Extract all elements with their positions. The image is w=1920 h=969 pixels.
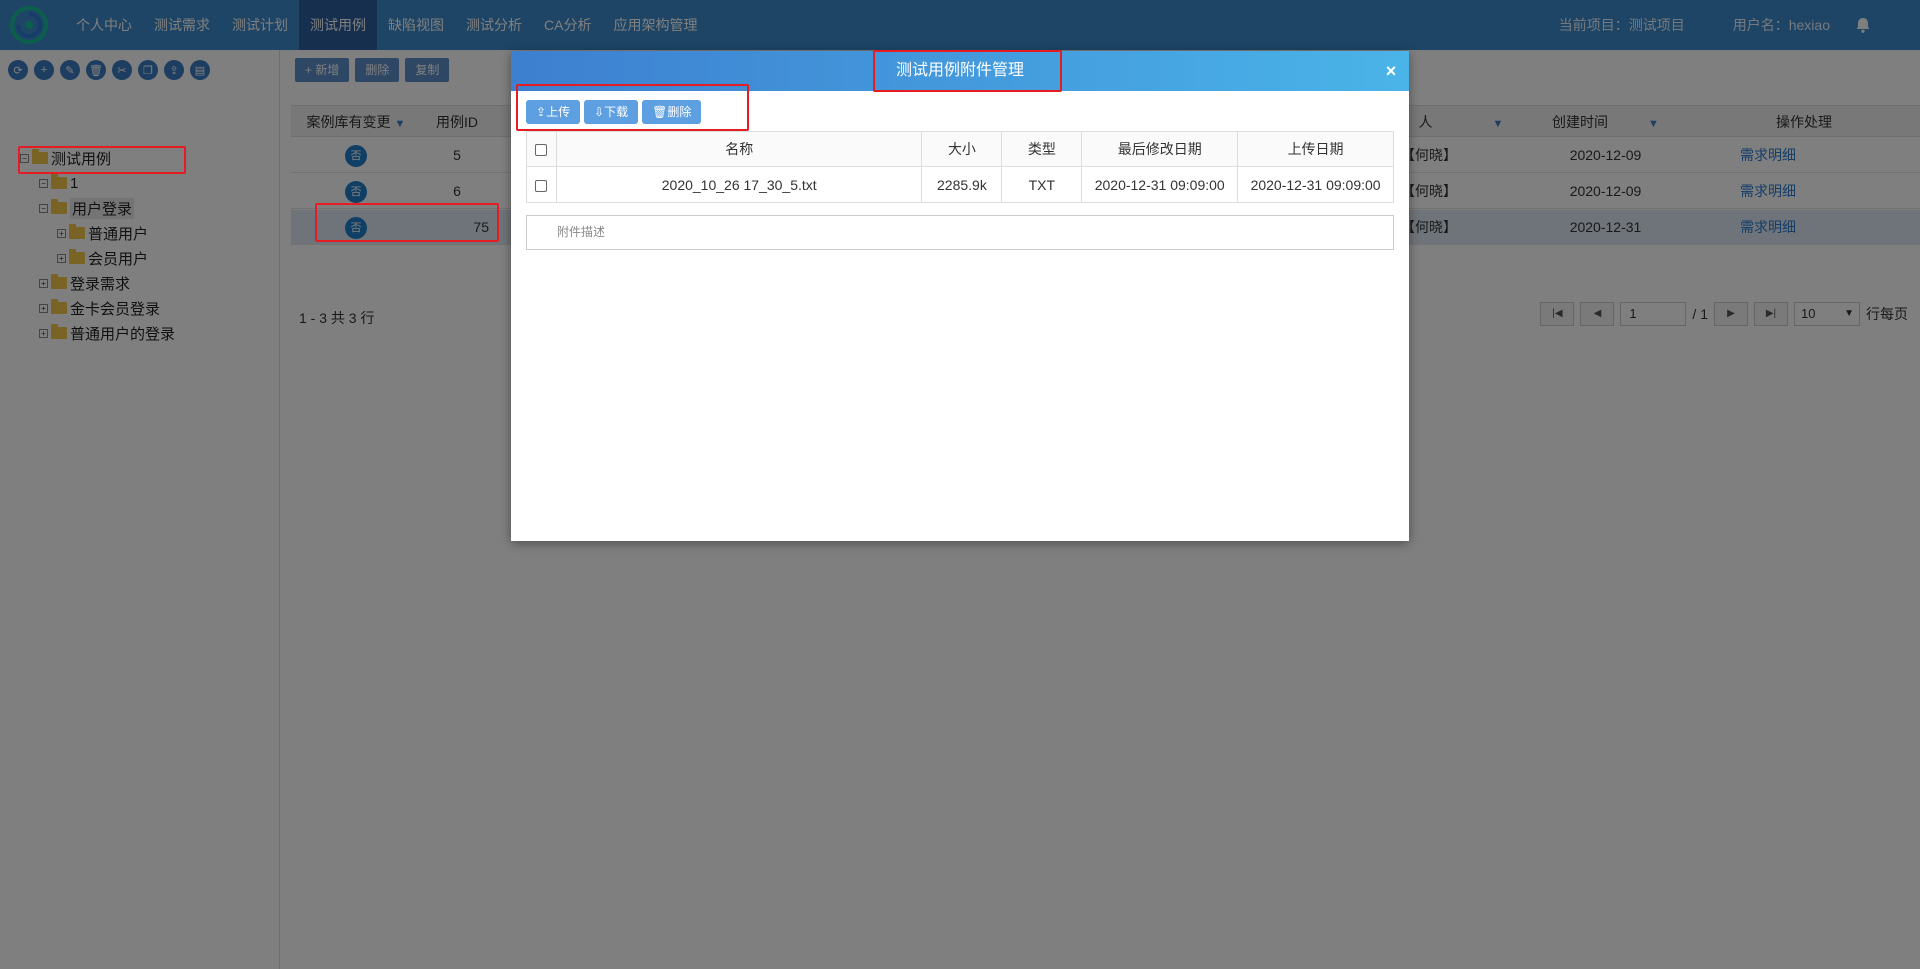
attachment-row[interactable]: 2020_10_26 17_30_5.txt 2285.9k TXT 2020-… (526, 166, 1394, 203)
file-size-cell: 2285.9k (921, 166, 1003, 203)
attachment-table: 名称 大小 类型 最后修改日期 上传日期 2020_10_26 17_30_5.… (526, 131, 1394, 203)
select-all-checkbox[interactable] (535, 144, 548, 157)
attachment-header-row: 名称 大小 类型 最后修改日期 上传日期 (526, 131, 1394, 167)
annotation-box-title (873, 50, 1062, 92)
col-uploaded: 上传日期 (1237, 131, 1394, 167)
col-modified: 最后修改日期 (1081, 131, 1239, 167)
annotation-box-tree-node (18, 146, 186, 174)
col-name: 名称 (555, 131, 923, 167)
file-modified-cell: 2020-12-31 09:09:00 (1081, 166, 1239, 203)
col-size: 大小 (921, 131, 1003, 167)
file-name-cell: 2020_10_26 17_30_5.txt (555, 166, 923, 203)
attachment-description-field[interactable]: 附件描述 (526, 215, 1394, 250)
close-icon[interactable]: × (1381, 51, 1401, 91)
annotation-box-buttons (516, 84, 749, 131)
file-type-cell: TXT (1001, 166, 1083, 203)
file-uploaded-cell: 2020-12-31 09:09:00 (1237, 166, 1394, 203)
annotation-box-row (315, 203, 499, 242)
col-type: 类型 (1001, 131, 1083, 167)
row-checkbox[interactable] (535, 179, 548, 192)
